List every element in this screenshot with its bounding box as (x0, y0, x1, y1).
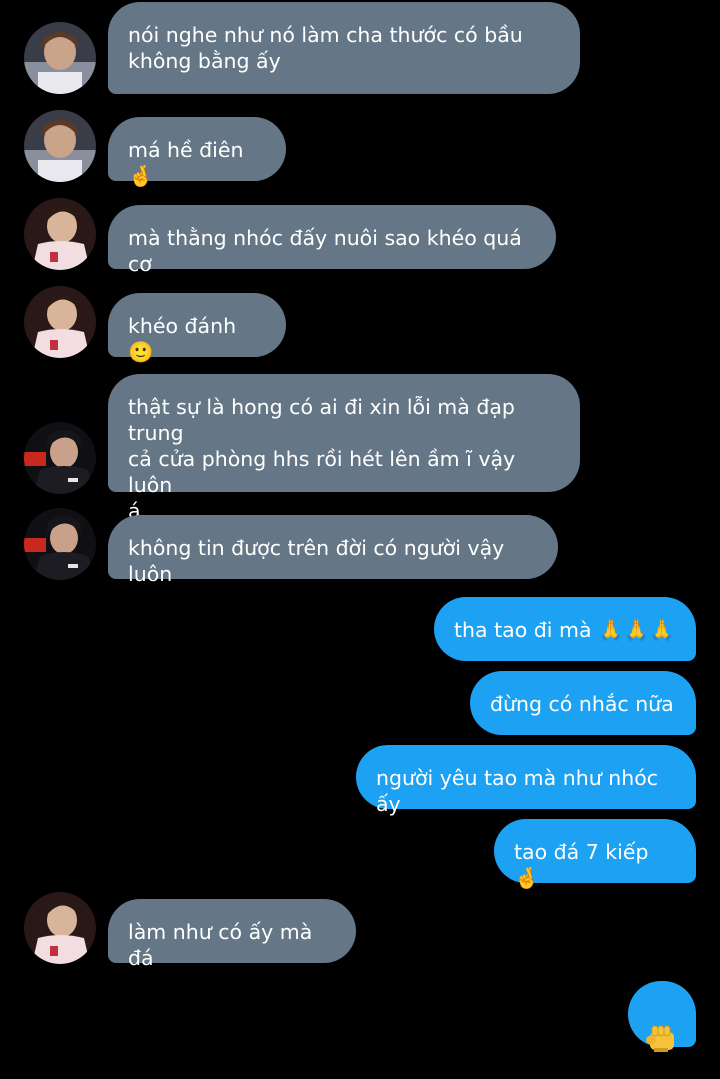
sent-message-bubble[interactable]: tha tao đi mà 🙏🙏🙏 (434, 597, 696, 661)
avatar[interactable] (24, 110, 96, 182)
received-message-bubble[interactable]: nói nghe như nó làm cha thước có bầu khô… (108, 2, 580, 94)
avatar-b-image (24, 892, 96, 964)
avatar-a-image (24, 110, 96, 182)
avatar[interactable] (24, 422, 96, 494)
sent-message-bubble[interactable]: tao đá 7 kiếp 🤞 (494, 819, 696, 890)
avatar[interactable] (24, 508, 96, 580)
avatar[interactable] (24, 892, 96, 964)
sent-message-bubble[interactable]: người yêu tao mà như nhóc ấy (356, 745, 696, 816)
received-message-bubble[interactable]: khéo đánh 🙂 (108, 293, 286, 364)
fist-bump-icon (646, 1025, 674, 1052)
received-message-bubble[interactable]: thật sự là hong có ai đi xin lỗi mà đạp … (108, 374, 580, 523)
sent-emoji-bubble[interactable] (628, 981, 696, 1052)
received-message-bubble[interactable]: má hề điên 🤞 (108, 117, 286, 188)
avatar-c-image (24, 422, 96, 494)
avatar[interactable] (24, 22, 96, 94)
received-message-bubble[interactable]: làm như có ấy mà đá (108, 899, 356, 970)
avatar-b-image (24, 198, 96, 270)
received-message-bubble[interactable]: không tin được trên đời có người vậy luô… (108, 515, 558, 586)
received-message-bubble[interactable]: mà thằng nhóc đấy nuôi sao khéo quá cơ (108, 205, 556, 276)
avatar-a-image (24, 22, 96, 94)
avatar-b-image (24, 286, 96, 358)
avatar[interactable] (24, 198, 96, 270)
avatar[interactable] (24, 286, 96, 358)
avatar-c-image (24, 508, 96, 580)
sent-message-bubble[interactable]: đừng có nhắc nữa (470, 671, 696, 735)
